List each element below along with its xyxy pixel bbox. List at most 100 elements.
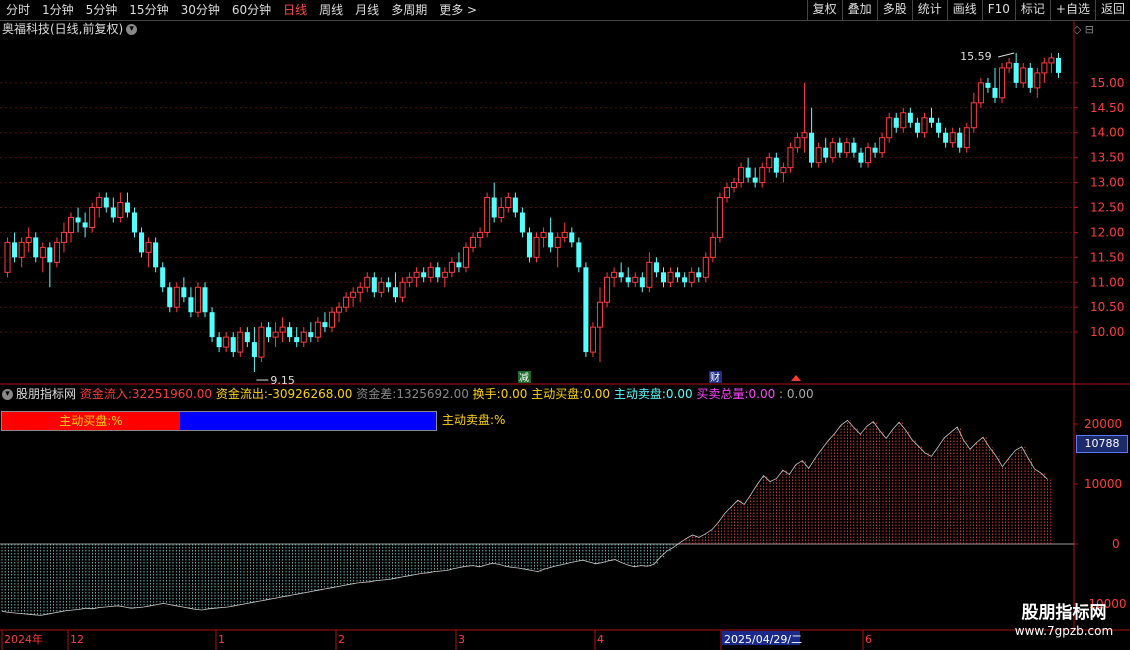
chart-canvas: 15.00 14.50 14.00 13.50 13.00 12.50 12.00 11.50… [0, 21, 1130, 650]
candle-body [462, 246, 470, 268]
candle-body [829, 142, 836, 159]
candle-body [851, 142, 857, 153]
price-tick-label: 14.50 [1090, 101, 1124, 115]
candle-body [716, 197, 723, 238]
time-tick-label: 3 [458, 633, 465, 646]
candle-body [364, 276, 371, 288]
candle-body [244, 332, 250, 343]
candle-body [53, 241, 60, 263]
candle-body [505, 197, 512, 209]
outflow-label: 资金流出: [215, 387, 268, 401]
time-tick-label: 2024年 [4, 632, 43, 646]
candle-body [1027, 67, 1033, 88]
price-tick-label: 14.00 [1090, 126, 1124, 140]
candle-body [300, 331, 307, 343]
candle-body [787, 147, 794, 169]
candle-body [526, 232, 532, 258]
candle-body [385, 282, 391, 288]
time-tick-label: 2 [338, 633, 345, 646]
candle-body [421, 272, 427, 278]
candle-body [992, 87, 998, 98]
candle-body [25, 236, 32, 243]
candle-body [145, 241, 152, 253]
candle-body [809, 132, 815, 163]
candle-body [371, 277, 377, 293]
candle-body [308, 332, 314, 338]
candle-body [181, 287, 187, 298]
watermark-url: www.7gpzb.com [1014, 624, 1114, 638]
candle-body [625, 277, 631, 283]
candle-body [569, 232, 575, 243]
price-tick-label: 10.50 [1090, 300, 1124, 314]
chevron-down-icon[interactable]: ▾ [2, 389, 13, 400]
indicator-name: 股朋指标网 [16, 387, 77, 401]
candle-body [202, 287, 208, 313]
candle-body [1041, 62, 1048, 74]
candle-body [456, 262, 462, 268]
high-label: 15.59 [960, 50, 992, 63]
turnover-label: 换手: [472, 387, 501, 401]
candle-body [194, 286, 201, 313]
price-tick-label: 12.00 [1090, 225, 1124, 239]
candle-body [963, 127, 970, 149]
candle-body [124, 202, 130, 213]
time-tick-label: 6 [865, 633, 872, 646]
candle-body [886, 117, 893, 139]
candle-body [60, 231, 67, 243]
inflow-label: 资金流入: [79, 387, 132, 401]
candle-body [766, 157, 773, 169]
candle-body [928, 117, 935, 123]
candle-body [216, 337, 222, 348]
candle-body [484, 197, 491, 233]
indicator-header: ▾ 股朋指标网 资金流入:32251960.00 资金流出:-30926268.0… [2, 386, 814, 402]
current-value-box: 10788 [1076, 435, 1128, 453]
up-arrow-icon [791, 375, 801, 381]
price-tick-label: 13.50 [1090, 151, 1124, 165]
candle-body [682, 277, 688, 283]
candle-body [427, 266, 434, 278]
candle-body [167, 287, 173, 308]
candle-body [258, 326, 265, 358]
candle-body [328, 311, 336, 328]
indicator-positive-hatch [679, 420, 1052, 544]
candle-body [357, 286, 364, 293]
candle-body [936, 122, 942, 133]
candle-body [548, 232, 554, 248]
indicator-tick-label: 20000 [1084, 417, 1122, 431]
candle-body [702, 256, 709, 278]
total-label: 买卖总量: [696, 387, 749, 401]
candle-body [1006, 62, 1013, 69]
turnover-value: 0.00 [500, 387, 528, 401]
candle-body [561, 231, 568, 238]
indicator-negative-hatch [1, 544, 677, 616]
candle-body [759, 167, 766, 184]
candle-body [646, 261, 653, 288]
candle-body [33, 237, 39, 258]
price-tick-label: 11.00 [1090, 275, 1124, 289]
candle-body [441, 271, 448, 278]
candle-body [272, 331, 279, 338]
candle-body [879, 137, 886, 154]
candle-body [780, 167, 787, 174]
candle-body [173, 286, 180, 308]
candle-body [533, 236, 540, 258]
candle-body [738, 167, 745, 184]
candle-body [957, 132, 963, 148]
candle-body [103, 197, 109, 208]
indicator-outline [1, 419, 1048, 616]
candle-body [943, 132, 949, 143]
candle-body [75, 217, 81, 223]
candle-body [448, 261, 455, 273]
candle-body [491, 197, 497, 218]
candle-body [999, 67, 1006, 99]
candle-body [47, 247, 53, 263]
candle-body [554, 236, 561, 248]
inflow-value: 32251960.00 [131, 387, 213, 401]
price-tick-label: 11.50 [1090, 250, 1124, 264]
candle-body [865, 147, 872, 164]
candle-body [82, 222, 88, 228]
indicator-tick-label: 10000 [1084, 477, 1122, 491]
candle-body [985, 82, 991, 88]
candle-body [1020, 67, 1027, 84]
candle-body [583, 267, 589, 353]
